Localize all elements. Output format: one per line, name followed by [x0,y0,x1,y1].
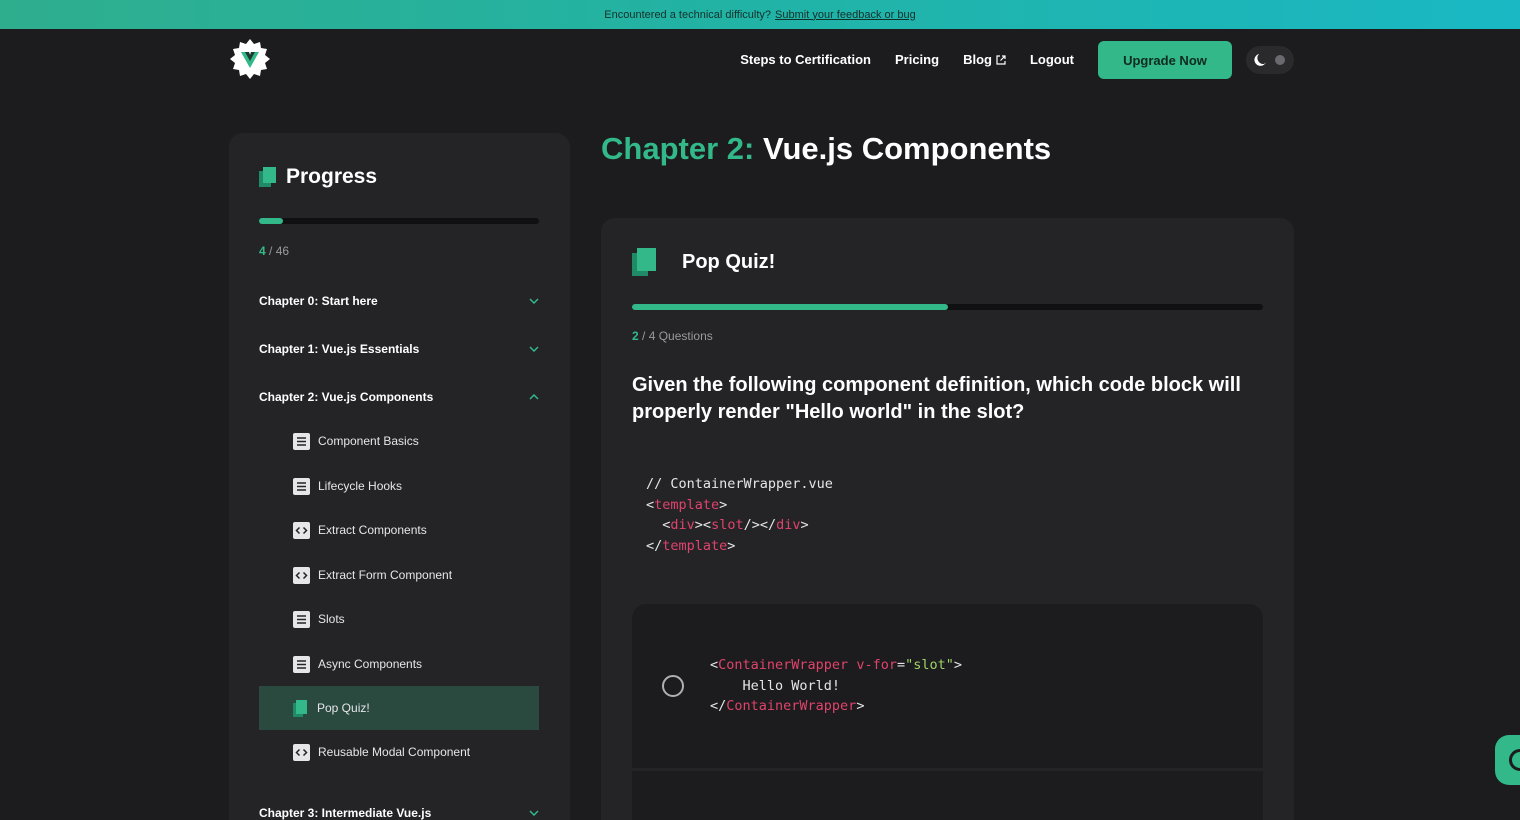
nav-pricing[interactable]: Pricing [895,52,939,67]
quiz-progress-count: 2 / 4 Questions [632,329,713,343]
lesson-slots[interactable]: Slots [259,597,539,641]
answer-option[interactable]: <ContainerWrapper v-for="slot"> Hello Wo… [632,604,1263,768]
quiz-current: 2 [632,329,639,343]
course-progress-fill [259,218,284,224]
lesson-pop-quiz[interactable]: Pop Quiz! [259,686,539,730]
nav-blog-label: Blog [963,52,992,67]
code-tag: slot [711,517,744,533]
chevron-down-icon [529,810,539,816]
sun-icon [1274,55,1285,65]
quiz-progress-fill [632,304,948,310]
lesson-label: Reusable Modal Component [318,745,471,759]
chapter-number: Chapter 2: [601,131,755,166]
progress-title: Progress [286,165,378,188]
lesson-label: Async Components [318,657,423,671]
lesson-label: Extract Components [318,523,427,537]
lesson-lifecycle-hooks[interactable]: Lifecycle Hooks [259,464,539,508]
page-title: Chapter 2: Vue.js Components [601,131,1051,167]
feedback-banner: Encountered a technical difficulty? Subm… [0,0,1520,29]
document-icon [293,655,310,673]
code-icon [293,566,310,584]
quiz-icon [632,248,656,276]
chat-icon [1509,749,1520,771]
chapter-label: Chapter 3: Intermediate Vue.js [259,806,432,820]
code-tag: template [654,496,720,513]
vue-school-logo[interactable] [230,39,270,79]
quiz-title: Pop Quiz! [682,250,776,273]
lesson-extract-form-component[interactable]: Extract Form Component [259,553,539,597]
chapter-label: Chapter 1: Vue.js Essentials [259,342,420,356]
document-icon [293,432,310,450]
code-icon [293,521,310,539]
lesson-extract-components[interactable]: Extract Components [259,508,539,552]
code-tag: div [776,517,801,533]
code-tag: div [670,517,695,533]
answer-option[interactable] [632,771,1263,820]
chevron-down-icon [529,346,539,352]
chapter-1-toggle[interactable]: Chapter 1: Vue.js Essentials [259,337,539,361]
progress-heading: Progress [259,165,377,189]
chevron-up-icon [529,394,539,400]
lesson-label: Slots [318,612,345,626]
code-tag: template [662,537,728,554]
external-link-icon [996,54,1006,65]
nav-links: Steps to Certification Pricing Blog Logo… [740,52,1074,67]
nav-logout[interactable]: Logout [1030,52,1074,67]
chapter-2-toggle[interactable]: Chapter 2: Vue.js Components [259,385,539,409]
code-tag: ContainerWrapper [718,657,849,673]
nav-blog[interactable]: Blog [963,52,1006,67]
question-text: Given the following component definition… [632,374,1241,423]
progress-sidebar: Progress 4 / 46 Chapter 0: Start here Ch… [229,133,570,820]
progress-total: / 46 [269,244,290,258]
chat-button[interactable] [1495,735,1520,785]
code-icon [293,743,310,761]
chapter-label: Chapter 0: Start here [259,294,378,308]
chapter-0-toggle[interactable]: Chapter 0: Start here [259,289,539,313]
upgrade-now-button[interactable]: Upgrade Now [1098,41,1232,79]
lesson-component-basics[interactable]: Component Basics [259,419,539,463]
code-body: Hello World! [742,677,841,694]
quiz-total: / 4 Questions [642,329,713,343]
quiz-progress-bar [632,304,1263,310]
feedback-link[interactable]: Submit your feedback or bug [775,9,916,21]
answer-radio[interactable] [662,675,684,697]
course-progress-bar [259,218,539,224]
chapter-label: Chapter 2: Vue.js Components [259,390,434,404]
chapter-3-toggle[interactable]: Chapter 3: Intermediate Vue.js [259,801,539,820]
top-navigation: Steps to Certification Pricing Blog Logo… [0,29,1520,93]
answer-code: <ContainerWrapper v-for="slot"> Hello Wo… [710,657,963,714]
course-progress-count: 4 / 46 [259,244,289,258]
quiz-header: Pop Quiz! [632,248,775,276]
chevron-down-icon [529,298,539,304]
moon-icon [1253,54,1266,66]
code-tag: ContainerWrapper [726,698,857,714]
code-comment: // ContainerWrapper.vue [646,476,833,492]
lesson-label: Lifecycle Hooks [318,479,403,493]
document-icon [293,477,310,495]
chapter-title: Vue.js Components [762,131,1052,166]
lesson-label: Component Basics [318,434,419,448]
quiz-card: Pop Quiz! 2 / 4 Questions Given the foll… [601,218,1294,820]
progress-current: 4 [259,244,266,258]
lesson-label: Pop Quiz! [317,701,370,715]
code-attr: v-for [856,657,897,673]
quiz-icon [293,699,307,717]
book-icon [259,167,276,187]
theme-toggle[interactable] [1246,46,1294,74]
lesson-label: Extract Form Component [318,568,453,582]
document-icon [293,610,310,628]
code-string: "slot" [905,657,954,673]
lesson-reusable-modal-component[interactable]: Reusable Modal Component [259,730,539,774]
nav-steps-to-certification[interactable]: Steps to Certification [740,52,871,67]
banner-text: Encountered a technical difficulty? [604,8,772,21]
component-code-block: // ContainerWrapper.vue <template> <div>… [646,476,833,554]
lesson-async-components[interactable]: Async Components [259,642,539,686]
